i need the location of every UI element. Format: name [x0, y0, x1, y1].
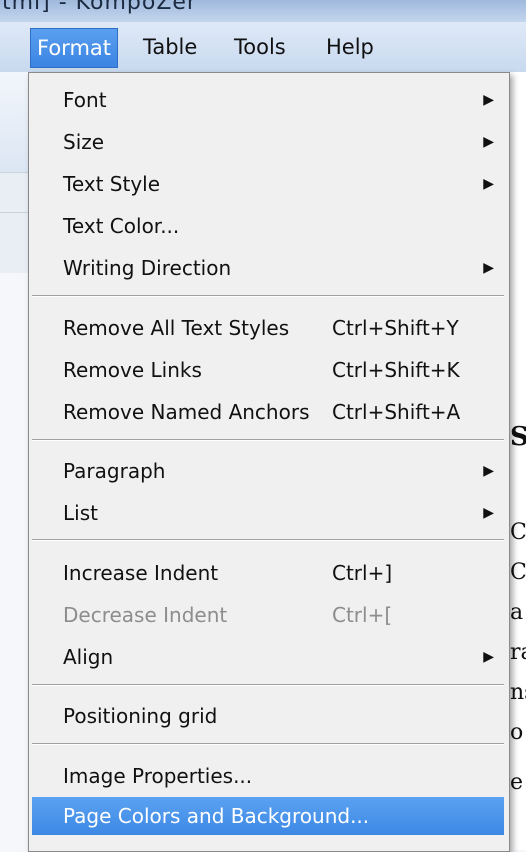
menu-item-label: Paragraph [63, 459, 166, 483]
submenu-arrow-icon: ▶ [483, 260, 494, 276]
background-text: C [510, 560, 526, 585]
menu-item-label: Text Color... [63, 214, 180, 238]
menu-item-label: Decrease Indent [63, 603, 228, 627]
menu-item-align[interactable]: Align ▶ [32, 638, 504, 676]
menu-item-label: Size [63, 130, 105, 154]
menu-item-shortcut: Ctrl+[ [332, 603, 393, 627]
menu-item-text-style[interactable]: Text Style ▶ [32, 165, 504, 203]
format-dropdown-menu: Font ▶ Size ▶ Text Style ▶ Text Color...… [28, 72, 510, 852]
menu-item-label: Align [63, 645, 114, 669]
menu-item-label: Writing Direction [63, 256, 232, 280]
menu-item-page-colors-and-background[interactable]: Page Colors and Background... [32, 797, 504, 835]
submenu-arrow-icon: ▶ [483, 92, 494, 108]
menu-tools[interactable]: Tools [228, 28, 292, 66]
menu-item-label: List [63, 501, 98, 525]
menu-item-label: Remove All Text Styles [63, 316, 290, 340]
menu-separator [32, 439, 504, 441]
menu-item-label: Page Colors and Background... [63, 804, 370, 828]
menu-item-image-properties[interactable]: Image Properties... [32, 757, 504, 795]
background-text: a [510, 600, 524, 625]
menu-item-label: Image Properties... [63, 764, 253, 788]
background-text: o [510, 720, 524, 745]
menu-item-label: Text Style [63, 172, 161, 196]
menu-item-shortcut: Ctrl+Shift+Y [332, 316, 459, 340]
menu-item-label: Remove Links [63, 358, 202, 382]
submenu-arrow-icon: ▶ [483, 505, 494, 521]
menu-item-shortcut: Ctrl+Shift+A [332, 400, 461, 424]
menu-separator [32, 743, 504, 745]
menu-format[interactable]: Format [30, 28, 119, 68]
background-text: ra [510, 640, 526, 665]
menu-item-increase-indent[interactable]: Increase Indent Ctrl+] [32, 554, 504, 592]
menu-item-positioning-grid[interactable]: Positioning grid [32, 697, 504, 735]
menu-item-label: Font [63, 88, 107, 112]
menu-item-writing-direction[interactable]: Writing Direction ▶ [32, 249, 504, 287]
background-text: ns [510, 680, 526, 705]
menu-help[interactable]: Help [320, 28, 380, 66]
menu-item-shortcut: Ctrl+] [332, 561, 393, 585]
menu-separator [32, 684, 504, 686]
menu-item-font[interactable]: Font ▶ [32, 81, 504, 119]
menu-separator [32, 539, 504, 541]
menu-item-remove-all-text-styles[interactable]: Remove All Text Styles Ctrl+Shift+Y [32, 309, 504, 347]
submenu-arrow-icon: ▶ [483, 463, 494, 479]
menu-item-shortcut: Ctrl+Shift+K [332, 358, 460, 382]
window-titlebar: tml] - KompoZer [0, 0, 526, 22]
menu-item-label: Positioning grid [63, 704, 218, 728]
menu-item-list[interactable]: List ▶ [32, 494, 504, 532]
submenu-arrow-icon: ▶ [483, 649, 494, 665]
menu-item-remove-named-anchors[interactable]: Remove Named Anchors Ctrl+Shift+A [32, 393, 504, 431]
background-text: e [510, 770, 524, 795]
menubar: Format Table Tools Help [0, 22, 526, 73]
background-text: C [510, 520, 526, 545]
menu-item-size[interactable]: Size ▶ [32, 123, 504, 161]
submenu-arrow-icon: ▶ [483, 134, 494, 150]
menu-separator [32, 295, 504, 297]
menu-item-paragraph[interactable]: Paragraph ▶ [32, 452, 504, 490]
menu-item-remove-links[interactable]: Remove Links Ctrl+Shift+K [32, 351, 504, 389]
submenu-arrow-icon: ▶ [483, 176, 494, 192]
menu-item-label: Remove Named Anchors [63, 400, 310, 424]
menu-item-decrease-indent[interactable]: Decrease Indent Ctrl+[ [32, 596, 504, 634]
background-text: S [510, 422, 526, 452]
menu-table[interactable]: Table [137, 28, 203, 66]
menu-item-label: Increase Indent [63, 561, 219, 585]
window-title: tml] - KompoZer [2, 0, 197, 15]
menu-item-text-color[interactable]: Text Color... [32, 207, 504, 245]
